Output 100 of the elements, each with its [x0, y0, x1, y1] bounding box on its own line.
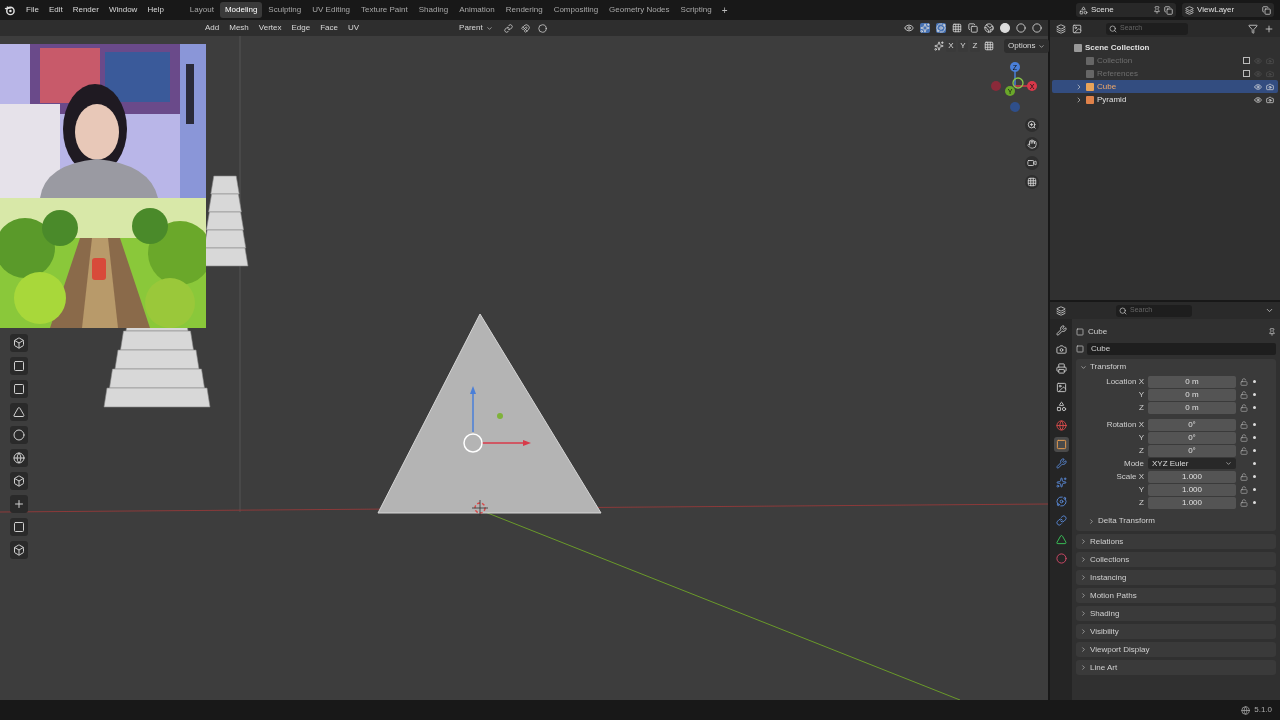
number-field[interactable]: 0° [1148, 418, 1236, 431]
tool-icon[interactable] [10, 472, 28, 490]
menu-item[interactable]: Render [67, 4, 104, 16]
lock-icon[interactable] [1240, 377, 1248, 386]
lock-icon[interactable] [1240, 472, 1248, 481]
menu-item[interactable]: File [21, 4, 44, 16]
menu-item[interactable]: Help [142, 4, 169, 16]
lock-icon[interactable] [1240, 403, 1248, 412]
number-field[interactable]: 0° [1148, 444, 1236, 457]
options-dropdown[interactable]: Options [1004, 39, 1049, 53]
name-field[interactable]: Cube [1087, 343, 1276, 355]
new-collection-icon[interactable] [1264, 23, 1274, 34]
subpanel-header[interactable]: Delta Transform [1088, 515, 1276, 527]
chevron-icon[interactable] [1080, 610, 1087, 617]
menu-item[interactable]: Window [103, 4, 143, 16]
workspace-tab[interactable]: Sculpting [263, 2, 307, 18]
view-layer-selector[interactable]: ViewLayer [1182, 3, 1274, 17]
panel-header[interactable]: Collections [1076, 552, 1276, 567]
chevron-icon[interactable] [1088, 517, 1095, 525]
properties-tab-icon[interactable] [1053, 532, 1069, 547]
tool-icon[interactable] [10, 334, 28, 352]
xray-icon[interactable] [968, 23, 978, 33]
number-field[interactable]: 0° [1148, 431, 1236, 444]
panel-header[interactable]: Motion Paths [1076, 588, 1276, 603]
panel-header[interactable]: Relations [1076, 534, 1276, 549]
viewport-menu-item[interactable]: UV [342, 22, 365, 34]
workspace-tab[interactable]: Compositing [548, 2, 604, 18]
lock-icon[interactable] [1240, 390, 1248, 399]
editor-type-icon[interactable] [1056, 305, 1066, 316]
number-field[interactable]: 1.000 [1148, 483, 1236, 496]
viewport-menu-item[interactable]: Face [315, 22, 343, 34]
number-field[interactable]: 0 m [1148, 388, 1236, 401]
scene-selector[interactable]: Scene [1076, 3, 1176, 17]
chevron-icon[interactable] [1080, 538, 1087, 545]
chevron-icon[interactable] [1080, 592, 1087, 599]
pivot-dropdown[interactable]: Parent [456, 22, 496, 34]
snap-icon[interactable] [520, 23, 530, 33]
filter-icon[interactable] [1248, 23, 1258, 34]
panel-header[interactable]: Instancing [1076, 570, 1276, 585]
material-shading-icon[interactable] [1016, 23, 1026, 33]
tool-icon[interactable] [10, 541, 28, 559]
blender-logo-icon[interactable] [4, 4, 15, 16]
viewport-menu-item[interactable]: Vertex [253, 22, 287, 34]
tool-icon[interactable] [10, 357, 28, 375]
visibility-icon[interactable] [904, 23, 914, 33]
workspace-tab[interactable]: Layout [184, 2, 219, 18]
workspace-tab[interactable]: Rendering [500, 2, 548, 18]
properties-tab-icon[interactable] [1053, 437, 1069, 452]
properties-tab-icon[interactable] [1053, 418, 1069, 433]
outliner-item[interactable]: Pyramid [1052, 93, 1278, 106]
panel-header[interactable]: Shading [1076, 606, 1276, 621]
chevron-icon[interactable] [1080, 628, 1087, 635]
chevron-icon[interactable] [1080, 363, 1087, 371]
panel-header[interactable]: Line Art [1076, 660, 1276, 675]
lock-icon[interactable] [1240, 446, 1248, 455]
mode-dropdown[interactable]: XYZ Euler [1148, 458, 1236, 469]
tool-icon[interactable] [10, 426, 28, 444]
workspace-tab[interactable]: Texture Paint [356, 2, 413, 18]
number-field[interactable]: 1.000 [1148, 470, 1236, 483]
viewport-menu-item[interactable]: Add [200, 22, 225, 34]
workspace-tab[interactable]: Scripting [675, 2, 717, 18]
chevron-icon[interactable] [1080, 574, 1087, 581]
lock-icon[interactable] [1240, 433, 1248, 442]
lock-icon[interactable] [1240, 485, 1248, 494]
chevron-icon[interactable] [1080, 664, 1087, 671]
options-chevron-icon[interactable] [1265, 306, 1274, 315]
tool-icon[interactable] [10, 380, 28, 398]
checkbox[interactable] [1243, 57, 1250, 64]
panel-header[interactable]: Visibility [1076, 624, 1276, 639]
link-icon[interactable] [503, 23, 513, 33]
camera-view-icon[interactable] [1025, 156, 1039, 170]
gizmo-toggle-icon[interactable] [920, 23, 930, 33]
outliner-item[interactable]: Scene Collection [1052, 41, 1278, 54]
workspace-tab[interactable]: Animation [454, 2, 500, 18]
number-field[interactable]: 0 m [1148, 375, 1236, 388]
overlay-toggle-icon[interactable] [936, 23, 946, 33]
chevron-icon[interactable] [1080, 556, 1087, 563]
grid-view-icon[interactable] [1025, 175, 1039, 189]
display-mode-icon[interactable] [1072, 23, 1082, 34]
add-workspace-button[interactable]: + [717, 2, 732, 18]
chevron-icon[interactable] [1080, 646, 1087, 653]
workspace-tab[interactable]: Geometry Nodes [604, 2, 675, 18]
panel-header[interactable]: Viewport Display [1076, 642, 1276, 657]
mirror-icon[interactable] [934, 41, 944, 51]
workspace-tab[interactable]: UV Editing [307, 2, 356, 18]
outliner-item[interactable]: Cube [1052, 80, 1278, 93]
zoom-icon[interactable] [1025, 118, 1039, 132]
workspace-tab[interactable]: Modeling [219, 2, 263, 18]
properties-tab-icon[interactable] [1053, 323, 1069, 338]
viewport-menu-item[interactable]: Mesh [224, 22, 254, 34]
editor-type-icon[interactable] [1056, 23, 1066, 34]
properties-tab-icon[interactable] [1053, 494, 1069, 509]
panel-header[interactable]: Transform [1076, 359, 1276, 375]
rendered-shading-icon[interactable] [1032, 23, 1042, 33]
auto-merge-icon[interactable] [984, 41, 994, 51]
number-field[interactable]: 1.000 [1148, 496, 1236, 509]
workspace-tab[interactable]: Shading [413, 2, 454, 18]
viewport-menu-item[interactable]: Edge [286, 22, 316, 34]
checkbox[interactable] [1243, 70, 1250, 77]
pan-hand-icon[interactable] [1025, 137, 1039, 151]
